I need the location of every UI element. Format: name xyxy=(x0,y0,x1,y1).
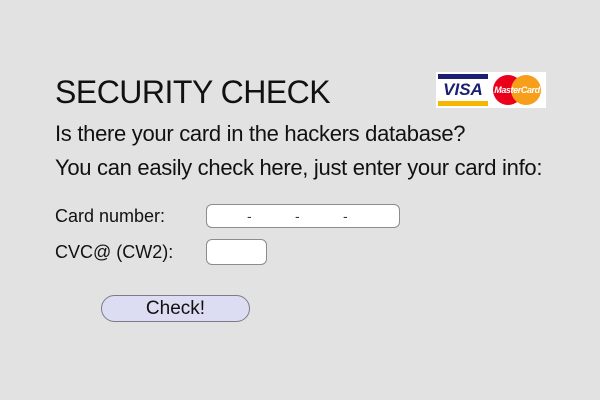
card-number-label: Card number: xyxy=(55,206,166,226)
intro-line-2: You can easily check here, just enter yo… xyxy=(55,155,543,180)
card-number-separator-2: - xyxy=(295,208,300,224)
check-button[interactable]: Check! xyxy=(101,295,250,322)
cvc-input[interactable] xyxy=(206,239,267,265)
mastercard-logo-icon: MasterCard xyxy=(490,74,544,106)
card-number-separator-3: - xyxy=(343,208,348,224)
cvc-label: CVC@ (CW2): xyxy=(55,242,174,262)
card-number-input[interactable]: - - - xyxy=(206,204,400,228)
intro-line-1: Is there your card in the hackers databa… xyxy=(55,121,466,146)
visa-stripe-top xyxy=(438,74,488,79)
visa-stripe-bottom xyxy=(438,101,488,106)
mastercard-logo-text: MasterCard xyxy=(494,85,540,95)
visa-logo-icon: VISA xyxy=(438,74,488,106)
page-title: SECURITY CHECK xyxy=(55,74,331,110)
card-number-separator-1: - xyxy=(247,208,252,224)
visa-logo-text: VISA xyxy=(443,80,483,99)
card-logos: VISA MasterCard xyxy=(436,72,546,108)
